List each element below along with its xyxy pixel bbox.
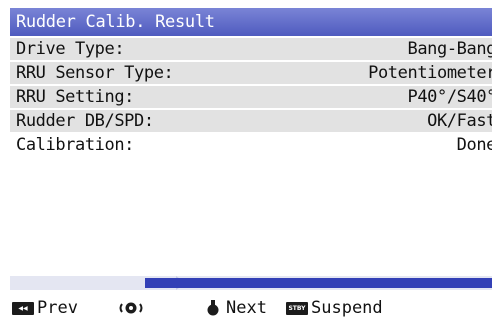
- row-value: OK/Fast: [427, 111, 492, 131]
- row-calibration: Calibration: Done: [10, 134, 492, 156]
- row-value: Potentiometer: [368, 63, 492, 83]
- stby-key-icon: STBY: [286, 301, 308, 315]
- knob-push-icon: [207, 300, 219, 316]
- rotary-dial-icon: [119, 302, 143, 314]
- prev-key-icon: ◀◀: [12, 301, 34, 315]
- result-list: Drive Type: Bang-Bang RRU Sensor Type: P…: [10, 38, 492, 158]
- row-rudder-db-spd: Rudder DB/SPD: OK/Fast: [10, 110, 492, 132]
- row-rru-setting: RRU Setting: P40°/S40°: [10, 86, 492, 108]
- row-label: RRU Sensor Type:: [16, 63, 174, 83]
- prev-softkey[interactable]: ◀◀ Prev: [12, 297, 78, 319]
- progress-fill: [145, 278, 492, 288]
- row-label: Drive Type:: [16, 39, 125, 59]
- dial-softkey[interactable]: [118, 297, 144, 319]
- softkey-bar: ◀◀ Prev Next STBY Suspend: [10, 294, 492, 322]
- prev-label: Prev: [37, 298, 78, 318]
- row-drive-type: Drive Type: Bang-Bang: [10, 38, 492, 60]
- calibration-result-screen: Rudder Calib. Result Drive Type: Bang-Ba…: [10, 8, 492, 322]
- row-rru-sensor-type: RRU Sensor Type: Potentiometer: [10, 62, 492, 84]
- progress-bar: [10, 276, 492, 290]
- suspend-label: Suspend: [311, 298, 383, 318]
- row-label: Calibration:: [16, 135, 135, 155]
- next-label: Next: [226, 298, 267, 318]
- screen-title: Rudder Calib. Result: [10, 8, 492, 36]
- row-label: Rudder DB/SPD:: [16, 111, 154, 131]
- next-softkey[interactable]: Next: [206, 297, 267, 319]
- suspend-softkey[interactable]: STBY Suspend: [286, 297, 383, 319]
- row-label: RRU Setting:: [16, 87, 135, 107]
- row-value: Done: [456, 135, 492, 155]
- row-value: Bang-Bang: [407, 39, 492, 59]
- row-value: P40°/S40°: [407, 87, 492, 107]
